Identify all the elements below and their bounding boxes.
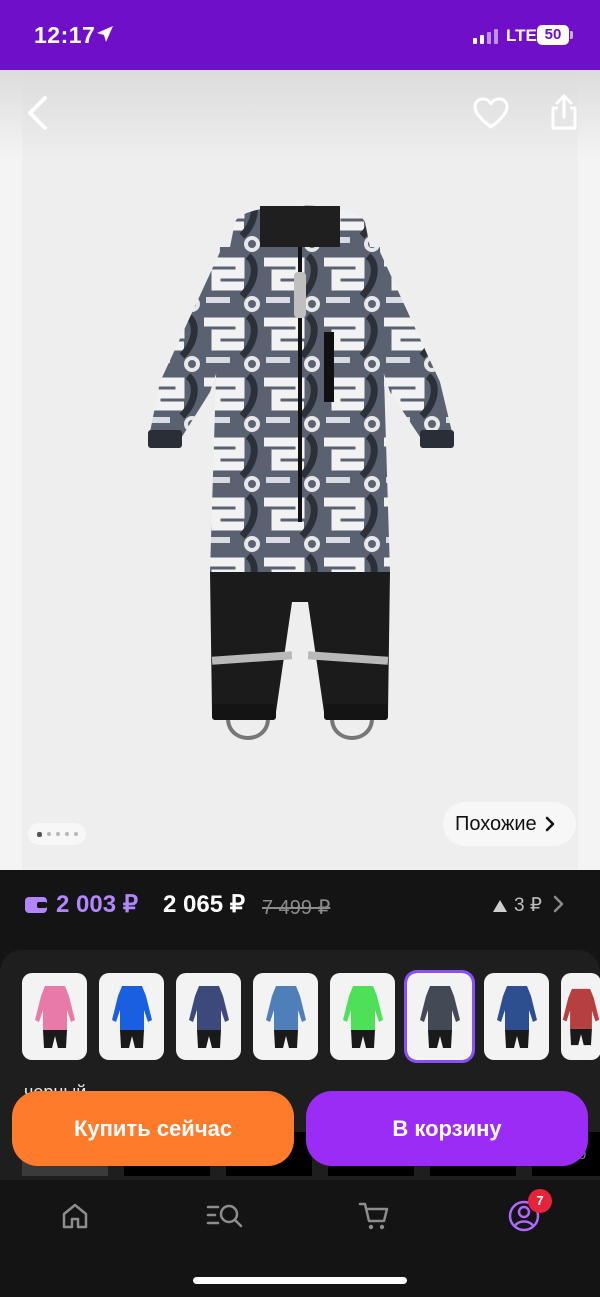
status-bar: 12:17 LTE 50 bbox=[0, 0, 600, 70]
status-time: 12:17 bbox=[34, 22, 96, 48]
favorite-button[interactable] bbox=[470, 92, 512, 134]
gallery-dot bbox=[55, 832, 60, 836]
add-to-cart-button[interactable]: В корзину bbox=[306, 1091, 588, 1166]
swatch-thumbnail bbox=[562, 988, 600, 1045]
signal-icon bbox=[473, 28, 498, 44]
catalog-search-icon bbox=[206, 1204, 243, 1228]
gallery-dot bbox=[73, 832, 78, 836]
gallery-dot bbox=[46, 832, 51, 836]
color-swatch-navy-print[interactable] bbox=[176, 973, 241, 1060]
product-image bbox=[148, 205, 454, 740]
chevron-right-icon bbox=[545, 816, 554, 832]
color-swatch-black-print[interactable] bbox=[404, 970, 475, 1063]
old-price: 7 499 ₽ bbox=[262, 897, 331, 919]
swatch-thumbnail bbox=[342, 985, 383, 1048]
back-button[interactable] bbox=[20, 92, 54, 134]
price-delta-value: 3 ₽ bbox=[514, 895, 542, 916]
chevron-left-icon bbox=[28, 96, 47, 130]
color-swatch-blue[interactable] bbox=[99, 973, 164, 1060]
share-button[interactable] bbox=[544, 90, 584, 134]
battery-icon: 50 bbox=[537, 25, 569, 45]
cart-badge: 7 bbox=[528, 1189, 552, 1213]
swatch-thumbnail bbox=[496, 985, 537, 1048]
gallery-dot bbox=[36, 831, 42, 837]
swatch-thumbnail bbox=[111, 985, 152, 1048]
buy-now-button[interactable]: Купить сейчас bbox=[12, 1091, 294, 1166]
gallery-dot bbox=[64, 832, 69, 836]
network-type: LTE bbox=[506, 26, 537, 45]
swatch-thumbnail bbox=[188, 985, 229, 1048]
similar-button[interactable]: Похожие bbox=[443, 802, 576, 846]
share-icon bbox=[551, 94, 577, 130]
similar-label: Похожие bbox=[455, 812, 537, 835]
wallet-price: 2 003 ₽ bbox=[56, 891, 138, 918]
color-swatch-dark-blue[interactable] bbox=[484, 973, 549, 1060]
home-indicator[interactable] bbox=[193, 1277, 407, 1284]
battery-tip bbox=[570, 31, 573, 39]
home-icon bbox=[62, 1203, 88, 1229]
color-swatches bbox=[22, 970, 600, 1063]
color-swatch-blue-print[interactable] bbox=[253, 973, 318, 1060]
color-swatch-pink[interactable] bbox=[22, 973, 87, 1060]
heart-icon bbox=[473, 97, 509, 129]
swatch-thumbnail bbox=[34, 985, 75, 1048]
product-page: 12:17 LTE 50 Похожие 2 003 ₽ 2 065 ₽ 7 4… bbox=[0, 0, 600, 1297]
cart-icon bbox=[358, 1202, 389, 1230]
color-swatch-green[interactable] bbox=[330, 973, 395, 1060]
wallet-icon bbox=[25, 897, 47, 913]
price-change: 3 ₽ bbox=[492, 894, 542, 917]
swatch-thumbnail bbox=[265, 985, 306, 1048]
triangle-up-icon bbox=[493, 899, 507, 912]
gallery-pagination bbox=[28, 823, 86, 845]
swatch-thumbnail bbox=[419, 985, 460, 1048]
tab-catalog[interactable] bbox=[205, 1198, 245, 1234]
location-arrow-icon bbox=[97, 26, 113, 42]
chevron-right-icon bbox=[553, 895, 564, 913]
tab-cart[interactable] bbox=[354, 1198, 394, 1234]
tab-home[interactable] bbox=[55, 1198, 95, 1234]
color-swatch-red-print[interactable] bbox=[561, 973, 600, 1060]
current-price: 2 065 ₽ bbox=[163, 891, 245, 918]
